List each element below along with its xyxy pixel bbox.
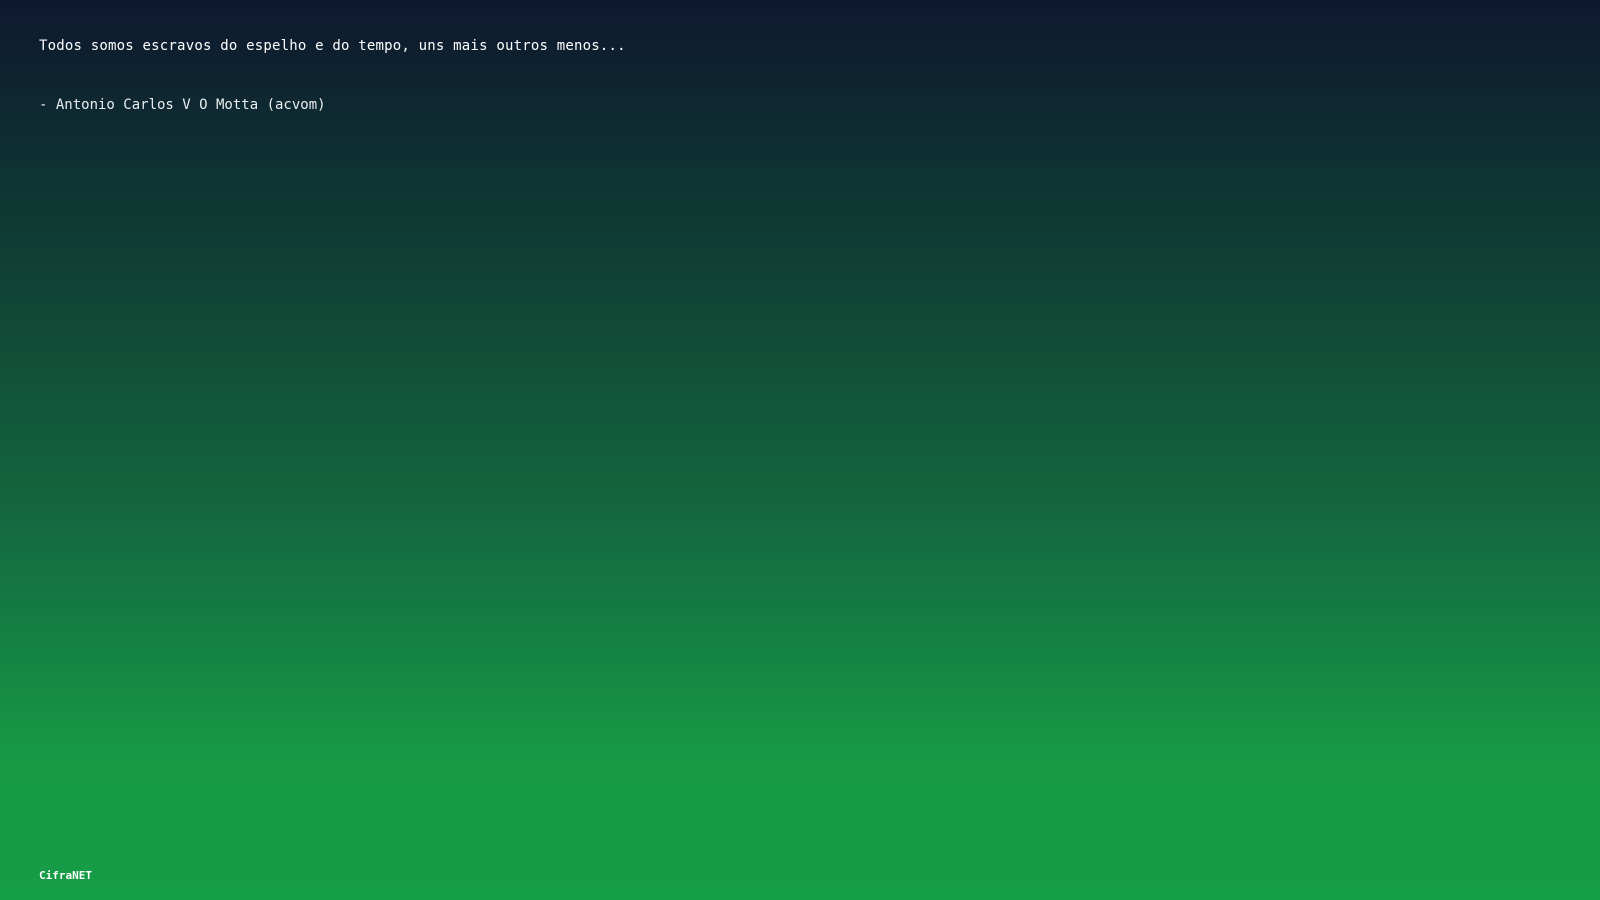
quote-author: - Antonio Carlos V O Motta (acvom) bbox=[39, 97, 326, 113]
quote-text: Todos somos escravos do espelho e do tem… bbox=[39, 38, 626, 54]
brand-label: CifraNET bbox=[39, 869, 92, 882]
